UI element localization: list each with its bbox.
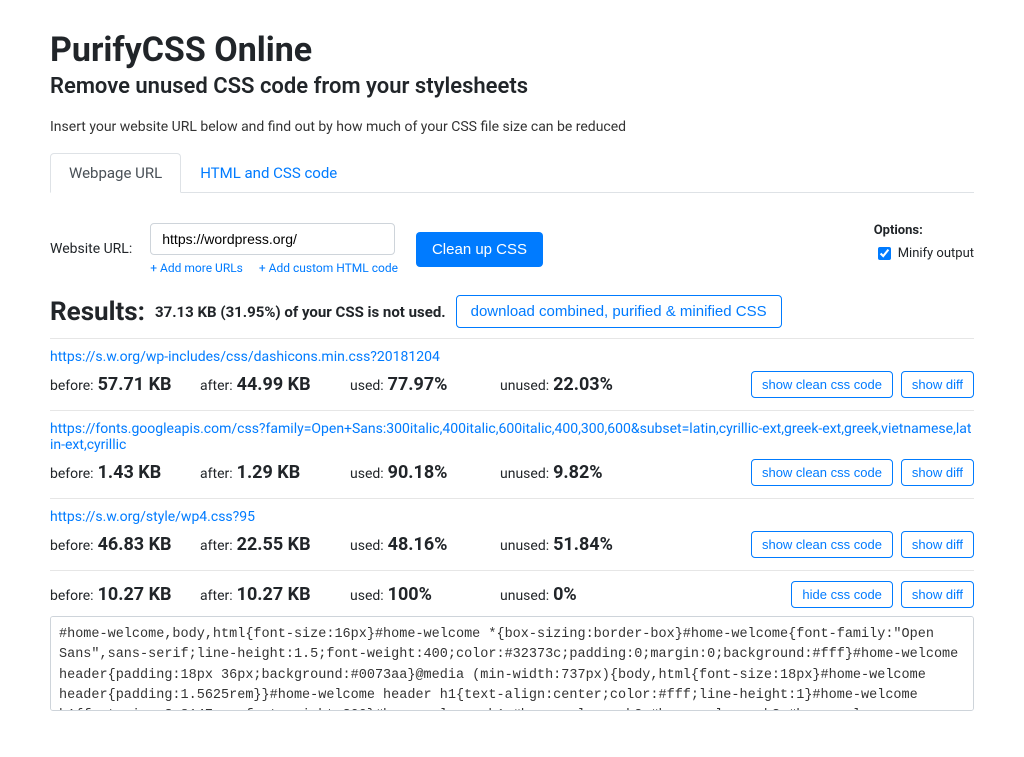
stat-unused: 51.84% [553,534,613,555]
stat-after: 22.55 KB [237,534,311,555]
stat-unused: 22.03% [553,374,613,395]
tab-html-css-code[interactable]: HTML and CSS code [181,153,356,193]
stat-label: before: [50,466,94,482]
clean-up-css-button[interactable]: Clean up CSS [416,232,543,267]
stat-before: 57.71 KB [98,374,172,395]
stat-before: 1.43 KB [98,462,162,483]
stat-used: 90.18% [388,462,448,483]
result-block-expanded: before:10.27 KB after:10.27 KB used:100%… [50,570,974,727]
stat-label: used: [350,588,384,604]
add-custom-html-link[interactable]: + Add custom HTML code [259,261,398,275]
stat-label: after: [200,378,233,394]
css-file-link[interactable]: https://s.w.org/style/wp4.css?95 [50,509,974,525]
website-url-input[interactable] [150,223,395,255]
show-clean-css-button[interactable]: show clean css code [751,459,893,486]
show-diff-button[interactable]: show diff [901,531,974,558]
css-code-output[interactable] [50,616,974,711]
results-summary: 37.13 KB (31.95%) of your CSS is not use… [155,303,446,321]
stat-label: used: [350,378,384,394]
show-clean-css-button[interactable]: show clean css code [751,531,893,558]
stat-before: 46.83 KB [98,534,172,555]
stat-label: before: [50,378,94,394]
page-subtitle: Remove unused CSS code from your stylesh… [50,74,974,99]
download-combined-button[interactable]: download combined, purified & minified C… [456,295,782,328]
stat-label: used: [350,466,384,482]
show-diff-button[interactable]: show diff [901,581,974,608]
css-file-link[interactable]: https://s.w.org/wp-includes/css/dashicon… [50,349,974,365]
minify-output-toggle[interactable]: Minify output [874,244,974,263]
stat-label: after: [200,466,233,482]
stat-label: before: [50,538,94,554]
intro-text: Insert your website URL below and find o… [50,119,974,135]
add-more-urls-link[interactable]: + Add more URLs [150,261,243,275]
show-diff-button[interactable]: show diff [901,371,974,398]
stat-unused: 9.82% [553,462,603,483]
stat-label: after: [200,538,233,554]
page-title: PurifyCSS Online [50,30,974,70]
show-diff-button[interactable]: show diff [901,459,974,486]
results-heading: Results: [50,297,145,327]
result-block: https://s.w.org/wp-includes/css/dashicon… [50,338,974,410]
hide-css-code-button[interactable]: hide css code [791,581,893,608]
stat-after: 1.29 KB [237,462,301,483]
stat-label: before: [50,588,94,604]
result-block: https://fonts.googleapis.com/css?family=… [50,410,974,498]
stat-label: unused: [500,538,549,554]
show-clean-css-button[interactable]: show clean css code [751,371,893,398]
stat-unused: 0% [553,584,577,605]
stat-used: 48.16% [388,534,448,555]
tab-webpage-url[interactable]: Webpage URL [50,153,181,193]
tabs: Webpage URL HTML and CSS code [50,153,974,193]
minify-output-label: Minify output [898,246,974,261]
stat-label: unused: [500,466,549,482]
css-file-link[interactable]: https://fonts.googleapis.com/css?family=… [50,421,974,453]
url-label: Website URL: [50,241,132,257]
stat-before: 10.27 KB [98,584,172,605]
options-heading: Options: [874,223,974,238]
stat-used: 100% [388,584,432,605]
stat-label: used: [350,538,384,554]
stat-label: unused: [500,588,549,604]
stat-label: unused: [500,378,549,394]
stat-label: after: [200,588,233,604]
result-block: https://s.w.org/style/wp4.css?95 before:… [50,498,974,570]
stat-after: 44.99 KB [237,374,311,395]
minify-output-checkbox[interactable] [878,247,891,260]
stat-used: 77.97% [388,374,448,395]
stat-after: 10.27 KB [237,584,311,605]
